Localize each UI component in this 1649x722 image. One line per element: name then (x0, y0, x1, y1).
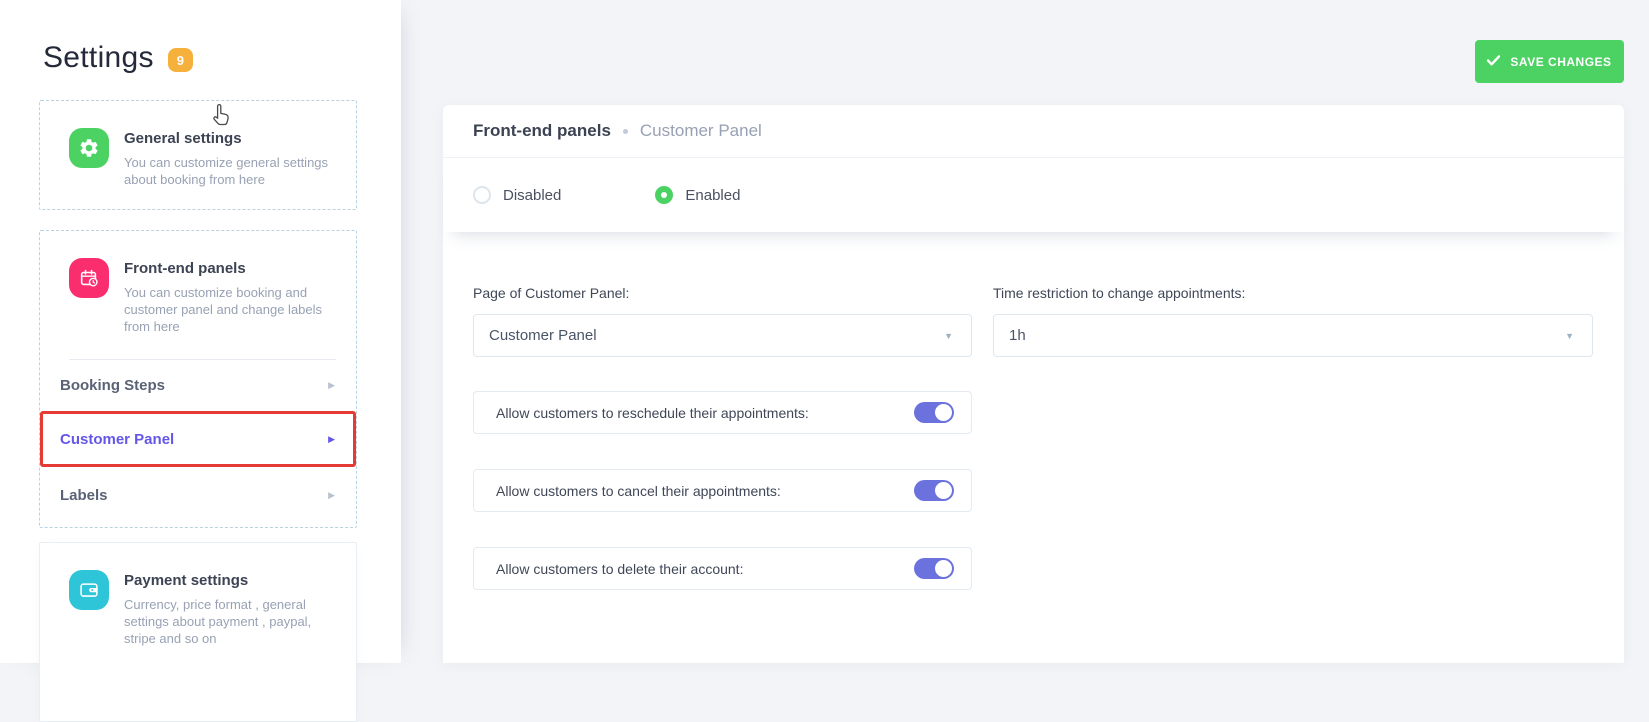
breadcrumb-dot-icon (622, 128, 628, 134)
item-label: Customer Panel (60, 430, 175, 448)
settings-sidebar: Settings 9 General settings You can cust… (0, 0, 401, 722)
save-changes-label: SAVE CHANGES (1510, 54, 1612, 69)
sidebar-item-customer-panel[interactable]: Customer Panel ▶ (40, 411, 356, 467)
check-icon (1487, 54, 1501, 69)
radio-selected-icon[interactable] (655, 186, 674, 204)
sidebar-title-row: Settings 9 (43, 40, 401, 76)
wallet-icon (69, 570, 109, 610)
reschedule-toggle-switch[interactable] (914, 402, 954, 423)
breadcrumb-current: Customer Panel (639, 121, 762, 140)
calendar-clock-icon (69, 258, 109, 298)
sidebar-item-labels[interactable]: Labels ▶ (40, 467, 356, 524)
radio-label: Disabled (503, 186, 562, 204)
toggle-label: Allow customers to reschedule their appo… (496, 404, 809, 421)
payment-settings-text: Payment settings Currency, price format … (124, 570, 336, 647)
panel-breadcrumb: Front-end panels Customer Panel (443, 105, 1624, 158)
select-value: 1h (1009, 327, 1026, 344)
general-settings-head: General settings You can customize gener… (40, 101, 356, 188)
enable-disable-row: Disabled Enabled (443, 158, 1624, 232)
chevron-down-icon: ▼ (1565, 330, 1574, 341)
card-title: General settings (124, 130, 242, 147)
toggle-label: Allow customers to delete their account: (496, 560, 744, 577)
breadcrumb-section: Front-end panels (473, 121, 611, 140)
payment-settings-head: Payment settings Currency, price format … (40, 543, 356, 647)
page-of-customer-panel-select[interactable]: Customer Panel ▼ (473, 314, 972, 357)
page-title: Settings (43, 41, 154, 74)
delete-account-toggle-switch[interactable] (914, 558, 954, 579)
radio-option-enabled[interactable]: Enabled (655, 186, 740, 204)
radio-unselected-icon[interactable] (473, 186, 491, 204)
sidebar-card-front-end-panels: Front-end panels You can customize booki… (39, 230, 357, 528)
chevron-right-icon: ▶ (328, 490, 335, 500)
select-value: Customer Panel (489, 327, 597, 344)
main-area: SAVE CHANGES Front-end panels Customer P… (401, 0, 1649, 663)
chevron-right-icon: ▶ (328, 380, 335, 390)
toggle-row-reschedule: Allow customers to reschedule their appo… (473, 391, 972, 434)
item-label: Labels (60, 487, 108, 504)
field-label: Page of Customer Panel: (473, 285, 630, 301)
panel-content: Page of Customer Panel: Customer Panel ▼… (443, 232, 1624, 590)
item-label: Booking Steps (60, 377, 166, 394)
toggle-label: Allow customers to cancel their appointm… (496, 482, 781, 499)
card-description: Currency, price format , general setting… (124, 597, 312, 646)
field-time-restriction: Time restriction to change appointments:… (993, 286, 1593, 357)
chevron-right-icon: ▶ (328, 433, 335, 444)
general-settings-text: General settings You can customize gener… (124, 128, 336, 188)
radio-option-disabled[interactable]: Disabled (473, 186, 561, 204)
settings-count-badge: 9 (167, 48, 193, 72)
radio-label: Enabled (685, 186, 741, 204)
card-title: Payment settings (124, 572, 249, 589)
front-end-panels-head[interactable]: Front-end panels You can customize booki… (40, 231, 356, 335)
card-description: You can customize general settings about… (124, 155, 329, 187)
cancel-toggle-switch[interactable] (914, 480, 954, 501)
field-label: Time restriction to change appointments: (993, 285, 1246, 301)
sidebar-card-general-settings[interactable]: General settings You can customize gener… (39, 100, 357, 210)
chevron-down-icon: ▼ (944, 330, 953, 341)
sidebar-card-payment-settings[interactable]: Payment settings Currency, price format … (39, 542, 357, 722)
customer-panel-settings-panel: Front-end panels Customer Panel Disabled… (443, 105, 1624, 663)
toggle-row-delete-account: Allow customers to delete their account: (473, 547, 972, 590)
sidebar-item-booking-steps[interactable]: Booking Steps ▶ (40, 360, 356, 411)
time-restriction-select[interactable]: 1h ▼ (993, 314, 1593, 357)
field-page-of-customer-panel: Page of Customer Panel: Customer Panel ▼ (473, 286, 972, 357)
toggle-list: Allow customers to reschedule their appo… (473, 391, 972, 590)
front-end-panels-text: Front-end panels You can customize booki… (124, 258, 336, 335)
toggle-row-cancel: Allow customers to cancel their appointm… (473, 469, 972, 512)
card-description: You can customize booking and customer p… (124, 285, 323, 334)
gear-icon (69, 128, 109, 168)
save-changes-button[interactable]: SAVE CHANGES (1475, 40, 1624, 83)
card-title: Front-end panels (124, 260, 246, 277)
